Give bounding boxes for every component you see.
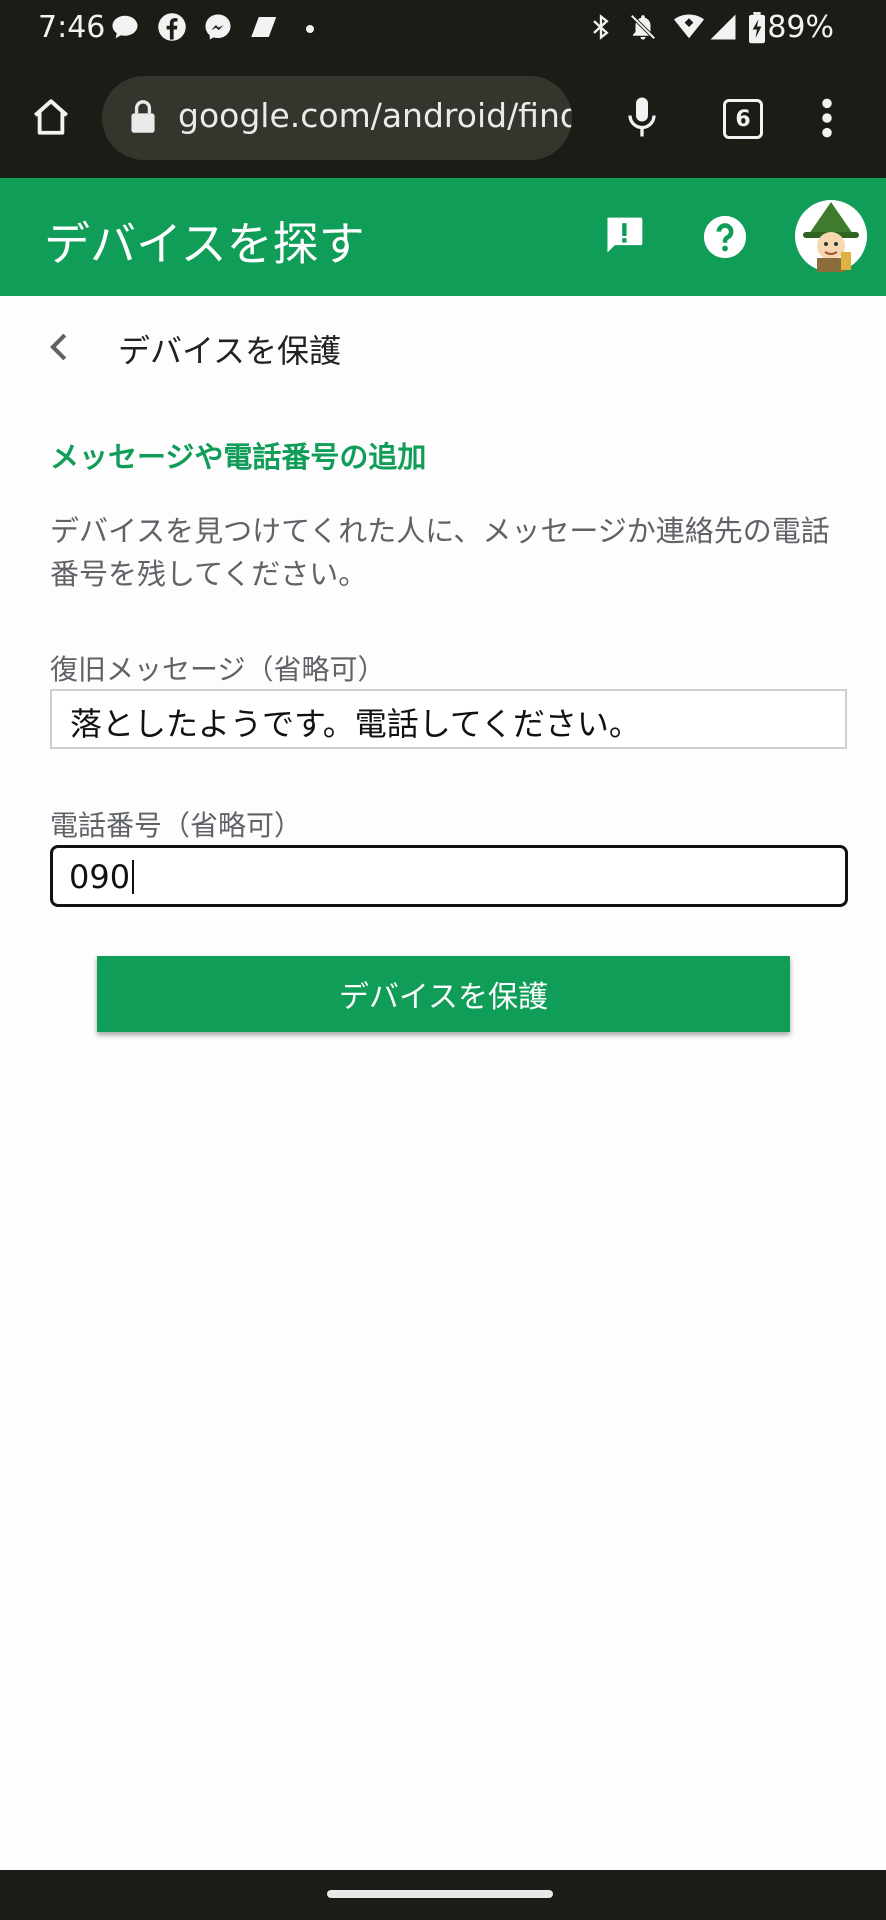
secure-device-button-label: デバイスを保護 — [338, 980, 549, 1015]
text-caret — [132, 860, 135, 894]
recovery-message-input[interactable]: 落としたようです。電話してください。 — [50, 689, 847, 749]
wifi-icon — [674, 14, 704, 39]
battery-charging-icon — [749, 12, 765, 44]
status-bar: 7:46 89% — [0, 0, 886, 58]
home-icon[interactable] — [30, 96, 72, 138]
url-text: google.com/android/find/ — [178, 96, 572, 135]
messenger-icon — [205, 14, 231, 40]
facebook-icon — [158, 13, 186, 41]
account-avatar[interactable] — [795, 200, 867, 272]
battery-percentage: 89% — [767, 10, 834, 45]
tabs-button[interactable]: 6 — [723, 99, 763, 139]
notifications-off-icon — [630, 14, 656, 40]
more-vert-icon[interactable] — [817, 96, 837, 140]
signal-icon — [710, 14, 736, 40]
back-arrow-icon[interactable] — [46, 330, 70, 364]
recovery-message-value: 落としたようです。電話してください。 — [70, 705, 641, 743]
bluetooth-icon — [593, 14, 609, 40]
phone-number-input[interactable]: 090 — [50, 845, 848, 907]
app-title: デバイスを探す — [44, 217, 365, 271]
phone-number-label: 電話番号（省略可） — [50, 809, 303, 842]
feedback-icon[interactable] — [602, 214, 646, 258]
recovery-message-label: 復旧メッセージ（省略可） — [50, 653, 386, 686]
status-time: 7:46 — [38, 10, 106, 45]
help-icon[interactable] — [702, 214, 748, 260]
phone-number-value: 090 — [69, 858, 131, 896]
app-icon — [251, 17, 277, 37]
section-title: メッセージや電話番号の追加 — [50, 440, 427, 474]
home-gesture-handle[interactable] — [327, 1890, 553, 1898]
page-title: デバイスを保護 — [118, 332, 342, 370]
secure-device-button[interactable]: デバイスを保護 — [97, 956, 790, 1032]
lock-icon — [131, 100, 155, 133]
tab-count: 6 — [735, 106, 751, 132]
url-bar[interactable]: google.com/android/find/ — [102, 76, 572, 160]
description-text: デバイスを見つけてくれた人に、メッセージか連絡先の電話番号を残してください。 — [50, 514, 830, 591]
app-bar: デバイスを探す — [0, 178, 886, 296]
dot-icon — [306, 25, 314, 33]
chat-bubble-icon — [112, 15, 138, 39]
mic-icon[interactable] — [624, 94, 660, 140]
